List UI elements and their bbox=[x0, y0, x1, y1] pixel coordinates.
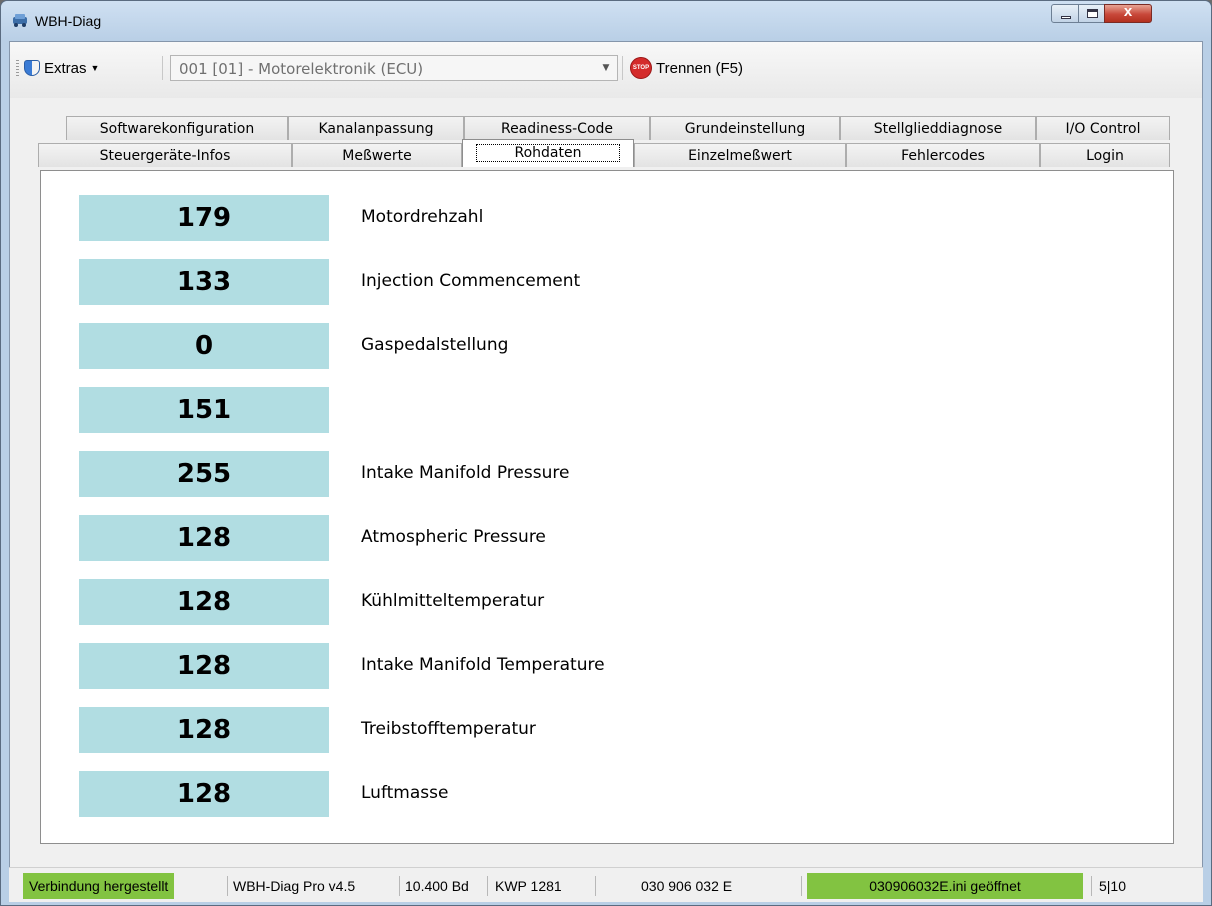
title-bar[interactable]: WBH-Diag x bbox=[1, 1, 1211, 41]
toolbar-grip[interactable] bbox=[16, 60, 19, 76]
status-protocol: KWP 1281 bbox=[495, 878, 562, 894]
raw-value: 0 bbox=[79, 323, 329, 369]
status-separator bbox=[1091, 876, 1092, 896]
client-area: Extras ▼ 001 [01] - Motorelektronik (ECU… bbox=[9, 41, 1203, 899]
row-label: Gaspedalstellung bbox=[361, 335, 509, 355]
raw-value: 128 bbox=[79, 515, 329, 561]
tab-label: Kanalanpassung bbox=[318, 121, 434, 137]
tab-label: Rohdaten bbox=[475, 144, 621, 162]
status-separator bbox=[399, 876, 400, 896]
tab-label: Login bbox=[1086, 148, 1124, 164]
status-separator bbox=[801, 876, 802, 896]
status-separator bbox=[487, 876, 488, 896]
disconnect-button[interactable]: STOP Trennen (F5) bbox=[630, 56, 743, 80]
status-separator bbox=[227, 876, 228, 896]
status-version: WBH-Diag Pro v4.5 bbox=[233, 878, 356, 894]
tab-stellglieddiagnose[interactable]: Stellglieddiagnose bbox=[840, 116, 1036, 140]
tab-login[interactable]: Login bbox=[1040, 143, 1170, 167]
toolbar-separator bbox=[622, 56, 623, 80]
status-part-number: 030 906 032 E bbox=[641, 878, 733, 894]
tab-label: Meßwerte bbox=[342, 148, 412, 164]
tab-label: I/O Control bbox=[1065, 121, 1141, 137]
maximize-button[interactable] bbox=[1078, 4, 1105, 23]
tab-label: Readiness-Code bbox=[500, 121, 614, 137]
car-icon bbox=[13, 14, 27, 27]
tab-steuergeraete-infos[interactable]: Steuergeräte-Infos bbox=[38, 143, 292, 167]
raw-value: 128 bbox=[79, 771, 329, 817]
row-label: Motordrehzahl bbox=[361, 207, 484, 227]
row-label: Intake Manifold Pressure bbox=[361, 463, 570, 483]
shield-icon bbox=[24, 60, 40, 76]
tab-messwerte[interactable]: Meßwerte bbox=[292, 143, 462, 167]
status-page: 5|10 bbox=[1099, 878, 1126, 894]
tab-kanalanpassung[interactable]: Kanalanpassung bbox=[288, 116, 464, 140]
toolbar: Extras ▼ 001 [01] - Motorelektronik (ECU… bbox=[10, 42, 1202, 98]
close-icon: x bbox=[1123, 3, 1133, 20]
stop-icon: STOP bbox=[630, 57, 652, 79]
ecu-select[interactable]: 001 [01] - Motorelektronik (ECU) ▼ bbox=[170, 55, 618, 81]
row-label: Kühlmitteltemperatur bbox=[361, 591, 545, 611]
maximize-icon bbox=[1087, 9, 1098, 18]
rohdaten-panel: 179 Motordrehzahl 133 Injection Commenceme… bbox=[40, 170, 1174, 844]
tab-label: Stellglieddiagnose bbox=[873, 121, 1003, 137]
tab-label: Steuergeräte-Infos bbox=[99, 148, 231, 164]
raw-value: 255 bbox=[79, 451, 329, 497]
tab-softwarekonfiguration[interactable]: Softwarekonfiguration bbox=[66, 116, 288, 140]
window-title: WBH-Diag bbox=[35, 13, 102, 29]
extras-menu-button[interactable]: Extras ▼ bbox=[24, 56, 99, 80]
tab-io-control[interactable]: I/O Control bbox=[1036, 116, 1170, 140]
status-separator bbox=[595, 876, 596, 896]
raw-value: 128 bbox=[79, 707, 329, 753]
status-connection: Verbindung hergestellt bbox=[23, 873, 175, 899]
raw-value: 151 bbox=[79, 387, 329, 433]
tab-label: Softwarekonfiguration bbox=[99, 121, 255, 137]
minimize-icon bbox=[1061, 16, 1071, 19]
raw-value: 133 bbox=[79, 259, 329, 305]
tab-rohdaten[interactable]: Rohdaten bbox=[462, 139, 634, 167]
toolbar-separator bbox=[162, 56, 163, 80]
main-window: WBH-Diag x Extras ▼ 001 [01] - Motorelek… bbox=[0, 0, 1212, 906]
row-label: Atmospheric Pressure bbox=[361, 527, 546, 547]
status-ini-file: 030906032E.ini geöffnet bbox=[807, 873, 1083, 899]
row-label: Luftmasse bbox=[361, 783, 449, 803]
status-baud: 10.400 Bd bbox=[405, 878, 469, 894]
tab-label: Fehlercodes bbox=[901, 148, 985, 164]
row-label: Intake Manifold Temperature bbox=[361, 655, 605, 675]
tab-readiness-code[interactable]: Readiness-Code bbox=[464, 116, 650, 140]
raw-value: 128 bbox=[79, 579, 329, 625]
dropdown-arrow-icon: ▼ bbox=[90, 63, 100, 73]
row-label: Injection Commencement bbox=[361, 271, 581, 291]
disconnect-label: Trennen (F5) bbox=[656, 59, 743, 77]
tab-label: Grundeinstellung bbox=[684, 121, 806, 137]
raw-value: 179 bbox=[79, 195, 329, 241]
chevron-down-icon[interactable]: ▼ bbox=[599, 56, 613, 80]
tab-fehlercodes[interactable]: Fehlercodes bbox=[846, 143, 1040, 167]
status-bar: Verbindung hergestellt WBH-Diag Pro v4.5… bbox=[9, 867, 1203, 902]
extras-label: Extras bbox=[44, 59, 87, 77]
ecu-select-value: 001 [01] - Motorelektronik (ECU) bbox=[179, 60, 424, 78]
row-label: Treibstofftemperatur bbox=[361, 719, 536, 739]
tab-label: Einzelmeßwert bbox=[688, 148, 792, 164]
minimize-button[interactable] bbox=[1051, 4, 1079, 23]
raw-value: 128 bbox=[79, 643, 329, 689]
tab-einzelmesswert[interactable]: Einzelmeßwert bbox=[634, 143, 846, 167]
tab-grundeinstellung[interactable]: Grundeinstellung bbox=[650, 116, 840, 140]
close-button[interactable]: x bbox=[1104, 3, 1152, 23]
